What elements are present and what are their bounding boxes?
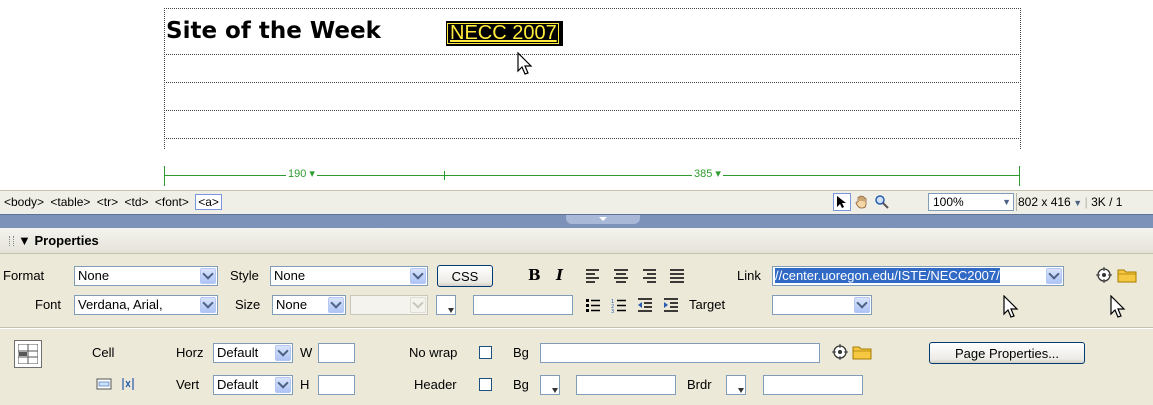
nowrap-checkbox[interactable] [479, 346, 492, 359]
properties-title[interactable]: ▼ Properties [18, 233, 99, 248]
width-input[interactable] [318, 343, 355, 363]
tag-font[interactable]: <font> [155, 195, 189, 209]
style-select[interactable]: None [270, 266, 428, 286]
indent-icon[interactable] [663, 297, 679, 313]
target-label: Target [689, 297, 726, 312]
browse-folder-icon[interactable] [1117, 267, 1137, 283]
header-label: Header [414, 377, 457, 392]
tag-tr[interactable]: <tr> [97, 195, 118, 209]
link-input[interactable]: //center.uoregon.edu/ISTE/NECC2007/ [772, 266, 1064, 286]
svg-text:3: 3 [611, 309, 614, 313]
table-width-ruler: 190 ▾ 385 ▾ [164, 166, 1020, 186]
header-checkbox[interactable] [479, 378, 492, 391]
ordered-list-icon[interactable]: 123 [611, 297, 627, 313]
font-label: Font [35, 297, 62, 312]
justify-icon[interactable] [669, 268, 685, 284]
cell-label: Cell [92, 345, 115, 360]
properties-separator [0, 328, 1153, 329]
table-cell-icon [14, 340, 42, 368]
ruler-right-width[interactable]: 385 ▾ [692, 167, 723, 180]
vert-label: Vert [176, 377, 200, 392]
border-label: Brdr [687, 377, 712, 392]
css-button[interactable]: CSS [437, 265, 493, 287]
panel-grip-icon[interactable] [9, 236, 14, 246]
style-label: Style [230, 268, 259, 283]
bg-color-swatch[interactable] [540, 375, 560, 395]
tag-td[interactable]: <td> [124, 195, 148, 209]
height-input[interactable] [318, 375, 355, 395]
hand-tool-icon[interactable] [853, 193, 871, 211]
vert-select[interactable]: Default [213, 375, 293, 395]
table-row-border [164, 82, 1019, 83]
tag-selector: <body> <table> <tr> <td> <font> <a> [4, 194, 225, 210]
mouse-pointer-icon [517, 52, 533, 75]
mouse-pointer-icon [1110, 295, 1126, 318]
zoom-select[interactable]: 100% ▼ [928, 193, 1014, 211]
tag-table[interactable]: <table> [50, 195, 90, 209]
size-label: Size [235, 297, 261, 312]
width-label: W [300, 345, 313, 360]
border-color-input[interactable] [763, 375, 863, 395]
bg-color-label: Bg [513, 377, 529, 392]
status-tools [833, 193, 891, 211]
unordered-list-icon[interactable] [585, 297, 601, 313]
bg-color-input[interactable] [576, 375, 676, 395]
text-color-swatch[interactable] [436, 295, 456, 315]
height-label: H [300, 377, 310, 392]
size-unit-select [350, 295, 428, 315]
window-size[interactable]: 802 x 416 ▼ | 3K / 1 [1018, 195, 1122, 209]
nowrap-label: No wrap [409, 345, 458, 360]
select-tool-icon[interactable] [833, 193, 851, 211]
collapse-grip[interactable] [566, 215, 640, 224]
design-canvas[interactable]: Site of the Week NECC 2007 190 ▾ 385 ▾ [0, 0, 1153, 190]
table-row-border [164, 110, 1019, 111]
page-properties-button[interactable]: Page Properties... [929, 342, 1085, 364]
italic-button[interactable]: I [556, 266, 563, 284]
ruler-left-width[interactable]: 190 ▾ [286, 167, 317, 180]
tag-body[interactable]: <body> [4, 195, 44, 209]
table-row-border [164, 54, 1019, 55]
align-center-icon[interactable] [613, 268, 629, 284]
mouse-pointer-icon [1003, 295, 1019, 318]
tag-a-active[interactable]: <a> [195, 194, 222, 210]
panel-divider[interactable] [0, 214, 1153, 228]
browse-folder-icon[interactable] [852, 344, 872, 360]
align-left-icon[interactable] [585, 268, 601, 284]
format-select[interactable]: None [74, 266, 218, 286]
selected-link[interactable]: NECC 2007 [446, 21, 563, 46]
horz-label: Horz [176, 345, 204, 360]
zoom-tool-icon[interactable] [873, 193, 891, 211]
properties-panel: Format None Style None CSS B I Link //ce… [0, 254, 1153, 405]
point-to-file-icon[interactable] [832, 344, 848, 360]
point-to-file-icon[interactable] [1096, 267, 1112, 283]
bg-image-input[interactable] [540, 343, 820, 363]
merge-cells-icon[interactable] [96, 376, 112, 392]
format-label: Format [3, 268, 45, 283]
page-heading[interactable]: Site of the Week [166, 18, 381, 44]
table-row-border [164, 138, 1019, 139]
outdent-icon[interactable] [637, 297, 653, 313]
status-bar: <body> <table> <tr> <td> <font> <a> 100%… [0, 190, 1153, 214]
split-cell-icon[interactable] [120, 376, 136, 392]
text-color-input[interactable] [473, 295, 573, 315]
target-select[interactable] [772, 295, 872, 315]
border-color-swatch[interactable] [726, 375, 746, 395]
properties-header[interactable]: ▼ Properties [0, 228, 1153, 254]
font-select[interactable]: Verdana, Arial, [74, 295, 218, 315]
size-select[interactable]: None [272, 295, 346, 315]
link-label: Link [737, 268, 761, 283]
horz-select[interactable]: Default [213, 343, 293, 363]
align-right-icon[interactable] [641, 268, 657, 284]
bold-button[interactable]: B [528, 266, 541, 284]
bg-image-label: Bg [513, 345, 529, 360]
